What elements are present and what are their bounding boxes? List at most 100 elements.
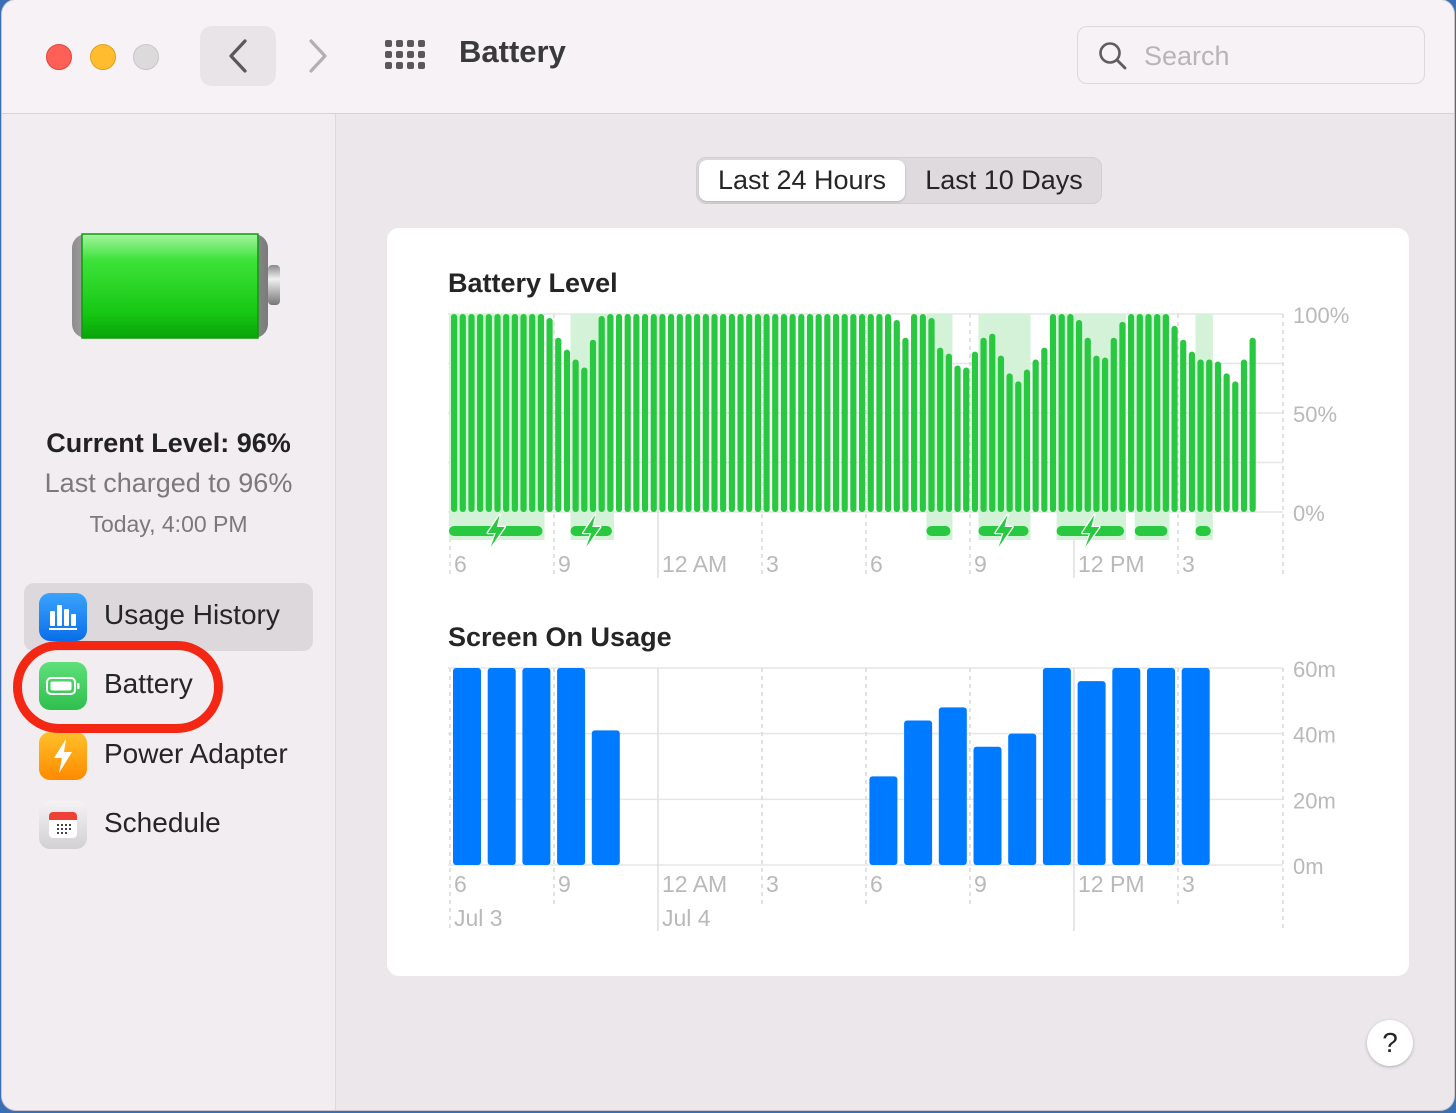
- grid-dot: [418, 51, 425, 58]
- screen-usage-bar: [1147, 668, 1175, 865]
- charts-canvas: 100% 50% 0% 6 9 12 AM 3 6 9 12 PM 3 60m 40m 20m 0m 6 9 12…: [448, 303, 1349, 931]
- battery-level-bar: [737, 314, 744, 512]
- bar-chart-icon: [39, 593, 87, 641]
- battery-level-bar: [1206, 359, 1213, 512]
- battery-level-bar: [676, 314, 683, 512]
- sidebar-item-schedule[interactable]: Schedule: [24, 791, 313, 859]
- lightning-bolt-icon: [39, 732, 87, 780]
- chevron-left-icon: [229, 39, 247, 73]
- forward-button[interactable]: [298, 26, 338, 86]
- minimize-button[interactable]: [90, 44, 116, 70]
- battery-level-bar: [1232, 381, 1239, 512]
- battery-level-bar: [1041, 347, 1048, 512]
- time-range-segmented-control: Last 24 Hours Last 10 Days: [696, 157, 1102, 204]
- usage-y-tick-label: 40m: [1293, 723, 1336, 748]
- screen-usage-bar: [487, 668, 516, 865]
- battery-level-bar: [1145, 314, 1152, 512]
- battery-level-bar: [451, 314, 458, 512]
- battery-level-bar: [641, 314, 649, 512]
- battery-level-bar: [1102, 357, 1109, 512]
- battery-level-bar: [1067, 314, 1074, 512]
- screen-usage-bar: [973, 746, 1002, 865]
- battery-level-bar: [772, 314, 779, 512]
- sidebar-item-label: Power Adapter: [104, 738, 288, 769]
- back-button[interactable]: [200, 26, 276, 86]
- battery-level-bar: [954, 365, 961, 512]
- battery-level-bar: [728, 314, 735, 512]
- zoom-button: [133, 44, 159, 70]
- battery-level-bar: [685, 314, 692, 512]
- battery-level-bar: [824, 314, 831, 512]
- battery-level-bar: [659, 314, 666, 512]
- usage-x-tick-label: 9: [974, 871, 987, 897]
- sidebar-item-label: Schedule: [104, 807, 221, 838]
- battery-level-bar: [1075, 319, 1083, 512]
- screen-usage-bar: [522, 668, 551, 865]
- tab-last-10-days[interactable]: Last 10 Days: [907, 160, 1101, 201]
- battery-level-bar: [1006, 373, 1013, 512]
- screen-usage-bar: [1042, 668, 1071, 865]
- battery-level-bar: [702, 314, 709, 512]
- grid-dot: [396, 51, 403, 58]
- battery-x-tick-label: 9: [974, 551, 987, 577]
- battery-level-bar: [937, 347, 944, 512]
- battery-level-bar: [858, 314, 866, 512]
- search-field[interactable]: [1077, 26, 1425, 84]
- battery-level-graphic: [72, 233, 280, 339]
- battery-level-bar: [494, 314, 501, 512]
- search-input[interactable]: [1142, 37, 1406, 75]
- battery-x-tick-label: 3: [766, 551, 779, 577]
- battery-level-bar: [911, 314, 918, 512]
- battery-y-tick-label: 50%: [1293, 402, 1337, 427]
- battery-level-bar: [997, 355, 1005, 512]
- battery-level-bar: [633, 314, 640, 512]
- battery-x-tick-label: 9: [558, 551, 571, 577]
- grid-dot: [407, 51, 414, 58]
- tab-last-24-hours[interactable]: Last 24 Hours: [699, 160, 905, 201]
- battery-level-bar: [511, 314, 518, 512]
- battery-level-bar: [529, 314, 536, 512]
- battery-level-bar: [963, 367, 970, 512]
- battery-level-bar: [1084, 337, 1091, 512]
- usage-x-tick-label: 6: [454, 871, 467, 897]
- battery-level-bar: [928, 317, 935, 512]
- window-title: Battery: [459, 34, 566, 69]
- grid-dot: [407, 40, 414, 47]
- battery-x-tick-label: 3: [1182, 551, 1195, 577]
- battery-level-bar: [607, 314, 614, 512]
- help-button[interactable]: ?: [1367, 1020, 1413, 1066]
- battery-level-bar: [1093, 355, 1100, 512]
- sidebar-item-power-adapter[interactable]: Power Adapter: [24, 722, 313, 790]
- charts-card: Battery Level Screen On Usage 100% 50% 0% 6…: [387, 228, 1409, 976]
- battery-level-bar: [720, 314, 727, 512]
- close-button[interactable]: [46, 44, 72, 70]
- battery-level-bar: [1154, 314, 1161, 512]
- battery-level-bar: [1119, 321, 1126, 512]
- battery-level-bar: [1180, 339, 1187, 512]
- grid-dot: [407, 62, 414, 69]
- battery-level-bar: [780, 314, 788, 512]
- battery-level-bar: [668, 314, 675, 512]
- grid-dot: [385, 51, 392, 58]
- search-icon: [1099, 42, 1127, 70]
- sidebar-item-usage-history[interactable]: Usage History: [24, 583, 313, 651]
- charging-indicator: [1134, 526, 1168, 536]
- battery-level-bar: [980, 337, 987, 512]
- grid-dot: [396, 62, 403, 69]
- battery-level-bar: [798, 314, 805, 512]
- screen-usage-bar: [869, 776, 898, 865]
- battery-level-bar: [477, 314, 484, 512]
- battery-level-bar: [572, 359, 579, 512]
- show-all-grid-icon[interactable]: [385, 40, 427, 72]
- battery-x-tick-label: 6: [870, 551, 883, 577]
- screen-usage-bar: [1181, 668, 1210, 865]
- usage-x-tick-label: 12 PM: [1078, 871, 1144, 897]
- sidebar-item-battery[interactable]: Battery: [24, 652, 313, 720]
- screen-usage-bar: [904, 720, 933, 865]
- usage-date-label: Jul 3: [454, 905, 503, 931]
- battery-level-bar: [902, 337, 909, 512]
- grid-dot: [396, 40, 403, 47]
- battery-level-bar: [1188, 351, 1195, 512]
- battery-level-bar: [1197, 359, 1204, 512]
- usage-x-tick-label: 9: [558, 871, 571, 897]
